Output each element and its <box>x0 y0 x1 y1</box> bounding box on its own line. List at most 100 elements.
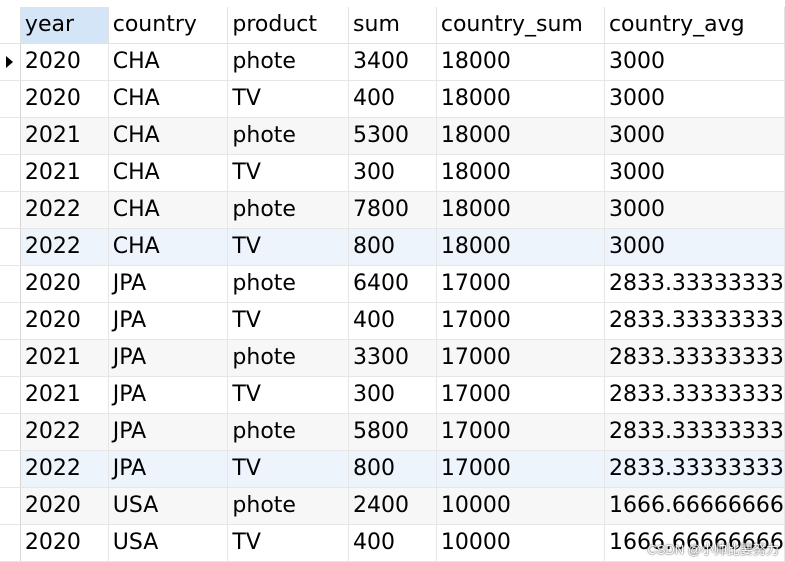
cell-year[interactable]: 2022 <box>20 450 109 488</box>
cell-country-avg[interactable]: 1666.66666666 <box>604 487 785 525</box>
cell-country-sum[interactable]: 10000 <box>436 487 605 525</box>
column-header-product[interactable]: product <box>227 7 350 44</box>
column-header-country-avg[interactable]: country_avg <box>604 7 785 44</box>
table-row[interactable]: 2021 CHA TV 300 18000 3000 <box>0 154 785 192</box>
cell-country-sum[interactable]: 17000 <box>436 302 605 340</box>
row-indicator[interactable] <box>0 339 21 377</box>
table-row[interactable]: 2022 CHA phote 7800 18000 3000 <box>0 191 785 229</box>
cell-year[interactable]: 2022 <box>20 228 109 266</box>
cell-country[interactable]: JPA <box>108 450 229 488</box>
cell-country[interactable]: JPA <box>108 413 229 451</box>
cell-country-avg[interactable]: 3000 <box>604 191 785 229</box>
cell-product[interactable]: TV <box>227 376 350 414</box>
cell-year[interactable]: 2022 <box>20 191 109 229</box>
cell-sum[interactable]: 3400 <box>348 43 437 81</box>
cell-sum[interactable]: 800 <box>348 450 437 488</box>
cell-product[interactable]: TV <box>227 80 350 118</box>
column-header-sum[interactable]: sum <box>348 7 437 44</box>
cell-product[interactable]: TV <box>227 302 350 340</box>
row-indicator[interactable] <box>0 487 21 525</box>
cell-product[interactable]: phote <box>227 265 350 303</box>
cell-country-sum[interactable]: 18000 <box>436 154 605 192</box>
cell-country-sum[interactable]: 18000 <box>436 228 605 266</box>
row-indicator[interactable] <box>0 191 21 229</box>
cell-product[interactable]: phote <box>227 487 350 525</box>
cell-country-avg[interactable]: 3000 <box>604 154 785 192</box>
cell-product[interactable]: TV <box>227 450 350 488</box>
table-row[interactable]: 2022 JPA phote 5800 17000 2833.33333333 <box>0 413 785 451</box>
cell-sum[interactable]: 2400 <box>348 487 437 525</box>
cell-country-avg[interactable]: 3000 <box>604 117 785 155</box>
cell-country-avg[interactable]: 2833.33333333 <box>604 450 785 488</box>
cell-country-sum[interactable]: 18000 <box>436 191 605 229</box>
cell-year[interactable]: 2020 <box>20 524 109 562</box>
row-indicator[interactable] <box>0 413 21 451</box>
cell-year[interactable]: 2021 <box>20 339 109 377</box>
table-row[interactable]: 2020 USA TV 400 10000 1666.66666666 <box>0 524 785 562</box>
cell-year[interactable]: 2020 <box>20 43 109 81</box>
cell-product[interactable]: TV <box>227 524 350 562</box>
cell-country[interactable]: CHA <box>108 228 229 266</box>
cell-country-avg[interactable]: 2833.33333333 <box>604 413 785 451</box>
cell-sum[interactable]: 6400 <box>348 265 437 303</box>
cell-country-avg[interactable]: 3000 <box>604 80 785 118</box>
cell-year[interactable]: 2020 <box>20 302 109 340</box>
row-indicator[interactable] <box>0 265 21 303</box>
cell-product[interactable]: phote <box>227 339 350 377</box>
cell-country-avg[interactable]: 2833.33333333 <box>604 376 785 414</box>
cell-country-sum[interactable]: 17000 <box>436 450 605 488</box>
cell-sum[interactable]: 300 <box>348 376 437 414</box>
column-header-year[interactable]: year <box>20 7 109 44</box>
cell-sum[interactable]: 5800 <box>348 413 437 451</box>
table-row[interactable]: 2021 JPA TV 300 17000 2833.33333333 <box>0 376 785 414</box>
cell-product[interactable]: TV <box>227 154 350 192</box>
table-row[interactable]: 2020 JPA TV 400 17000 2833.33333333 <box>0 302 785 340</box>
cell-country[interactable]: CHA <box>108 191 229 229</box>
cell-product[interactable]: phote <box>227 413 350 451</box>
table-row[interactable]: 2020 CHA phote 3400 18000 3000 <box>0 43 785 81</box>
cell-country[interactable]: USA <box>108 524 229 562</box>
column-header-country[interactable]: country <box>108 7 229 44</box>
cell-sum[interactable]: 5300 <box>348 117 437 155</box>
cell-sum[interactable]: 400 <box>348 80 437 118</box>
row-indicator[interactable] <box>0 43 21 81</box>
cell-country-sum[interactable]: 18000 <box>436 117 605 155</box>
cell-country[interactable]: JPA <box>108 302 229 340</box>
cell-country[interactable]: JPA <box>108 265 229 303</box>
row-indicator[interactable] <box>0 228 21 266</box>
cell-country[interactable]: CHA <box>108 80 229 118</box>
cell-sum[interactable]: 800 <box>348 228 437 266</box>
cell-country-sum[interactable]: 18000 <box>436 80 605 118</box>
cell-year[interactable]: 2020 <box>20 80 109 118</box>
cell-country[interactable]: CHA <box>108 117 229 155</box>
row-indicator[interactable] <box>0 524 21 562</box>
cell-country[interactable]: JPA <box>108 376 229 414</box>
table-row[interactable]: 2020 JPA phote 6400 17000 2833.33333333 <box>0 265 785 303</box>
cell-product[interactable]: phote <box>227 117 350 155</box>
cell-sum[interactable]: 300 <box>348 154 437 192</box>
table-row[interactable]: 2020 CHA TV 400 18000 3000 <box>0 80 785 118</box>
cell-country-sum[interactable]: 17000 <box>436 339 605 377</box>
cell-country-avg[interactable]: 2833.33333333 <box>604 302 785 340</box>
cell-year[interactable]: 2020 <box>20 265 109 303</box>
cell-year[interactable]: 2021 <box>20 376 109 414</box>
cell-year[interactable]: 2022 <box>20 413 109 451</box>
cell-country-avg[interactable]: 2833.33333333 <box>604 265 785 303</box>
cell-sum[interactable]: 400 <box>348 524 437 562</box>
cell-country-sum[interactable]: 17000 <box>436 376 605 414</box>
cell-country-avg[interactable]: 2833.33333333 <box>604 339 785 377</box>
cell-country-avg[interactable]: 3000 <box>604 228 785 266</box>
column-header-country-sum[interactable]: country_sum <box>436 7 605 44</box>
cell-country[interactable]: JPA <box>108 339 229 377</box>
row-indicator[interactable] <box>0 450 21 488</box>
cell-country[interactable]: CHA <box>108 43 229 81</box>
cell-country-avg[interactable]: 3000 <box>604 43 785 81</box>
cell-product[interactable]: phote <box>227 191 350 229</box>
cell-year[interactable]: 2021 <box>20 154 109 192</box>
cell-country[interactable]: USA <box>108 487 229 525</box>
cell-country-avg[interactable]: 1666.66666666 <box>604 524 785 562</box>
row-indicator[interactable] <box>0 80 21 118</box>
cell-product[interactable]: phote <box>227 43 350 81</box>
table-row[interactable]: 2022 CHA TV 800 18000 3000 <box>0 228 785 266</box>
cell-year[interactable]: 2020 <box>20 487 109 525</box>
